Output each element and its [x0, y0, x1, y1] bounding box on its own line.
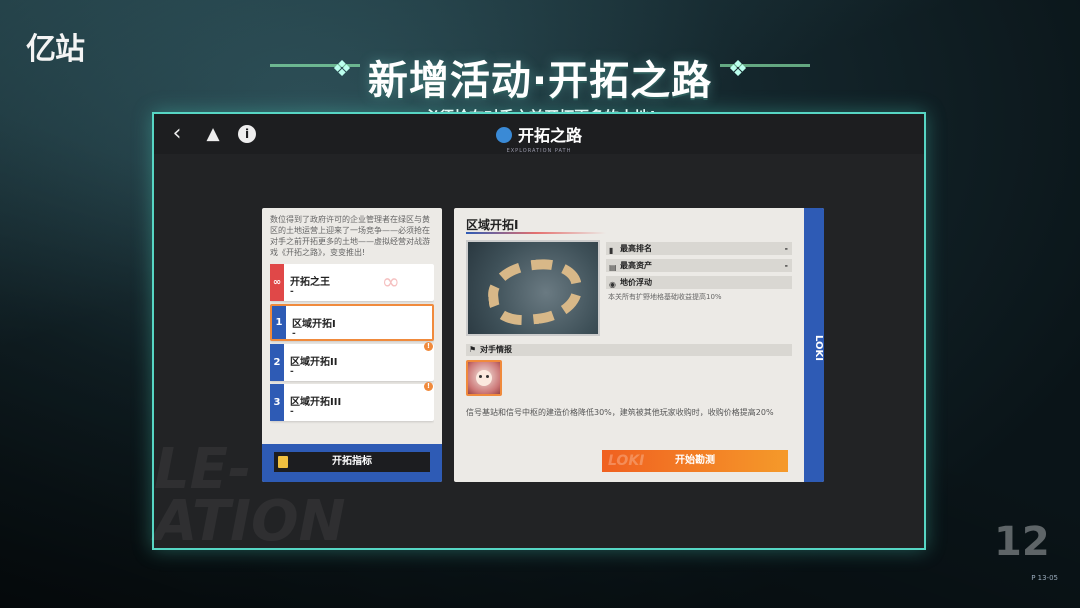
- alert-badge-icon: !: [424, 342, 433, 351]
- opponent-intel-label: 对手情报: [480, 345, 512, 354]
- level-number: 2: [270, 344, 284, 381]
- level-item[interactable]: 2 区域开拓II -!: [270, 342, 434, 381]
- event-logo-icon: [495, 127, 512, 143]
- brand-strip: LOKI: [804, 208, 824, 482]
- level-number: 1: [272, 306, 286, 339]
- stage-title: 区域开拓I: [466, 218, 519, 232]
- assets-icon: ▤: [609, 263, 617, 272]
- level-name: 区域开拓I: [292, 319, 336, 330]
- level-value: -: [290, 287, 294, 297]
- stage-title-underline: [466, 232, 606, 234]
- window-title: 开拓之路 EXPLORATION PATH: [154, 122, 924, 154]
- opponent-face: [476, 370, 492, 386]
- flag-icon: ⚑: [469, 345, 477, 354]
- window-title-code: EXPLORATION PATH: [506, 148, 572, 154]
- opponent-avatar[interactable]: [466, 360, 502, 396]
- alert-badge-icon: !: [424, 382, 433, 391]
- game-window: ‹ ▲ i 开拓之路 EXPLORATION PATH LE- ATION 数位得…: [152, 112, 926, 550]
- stat-row-price: ◉ 地价浮动: [606, 276, 792, 289]
- window-title-text: 开拓之路: [517, 126, 582, 145]
- level-item[interactable]: 3 区域开拓III -!: [270, 382, 434, 421]
- level-name: 开拓之王: [290, 277, 330, 288]
- opponent-intel-description: 信号基站和信号中枢的建造价格降低30%，建筑被其他玩家收购时，收购价格提高20%: [466, 408, 774, 417]
- metric-icon: [278, 456, 288, 468]
- stat-row-assets: ▤ 最高资产 -: [606, 259, 792, 272]
- stat-assets-value: -: [784, 261, 788, 270]
- start-survey-button[interactable]: LOKI 开始勘测: [602, 450, 788, 472]
- stage-preview-image: [466, 240, 600, 336]
- board-ring: [484, 255, 586, 329]
- event-intro: 数位得到了政府许可的企业管理者在绿区与黄区的土地运营上迎来了一场竞争——必须抢在…: [270, 215, 430, 257]
- start-survey-label: 开始勘测: [675, 455, 715, 466]
- level-list: ∞ 开拓之王 - ∞ 1 区域开拓I -2 区域开拓II -! 3 区域开拓III -!: [270, 264, 434, 438]
- metric-button-label: 开拓指标: [332, 456, 372, 467]
- level-item[interactable]: 1 区域开拓I -: [270, 304, 434, 341]
- price-icon: ◉: [609, 280, 616, 289]
- metric-button[interactable]: 开拓指标: [274, 452, 430, 472]
- detail-panel: 区域开拓I ▮ 最高排名 - ▤ 最高资产 - ◉ 地价浮动 本关所有扩野地格基…: [454, 208, 824, 482]
- chart-icon: ▮: [609, 246, 614, 255]
- level-number: ∞: [270, 264, 284, 301]
- corner-badge: 12: [994, 519, 1050, 565]
- level-name: 区域开拓III: [290, 397, 342, 408]
- stat-price-label: 地价浮动: [620, 278, 652, 287]
- level-number: 3: [270, 384, 284, 421]
- infinity-icon: ∞: [381, 270, 400, 295]
- price-description: 本关所有扩野地格基础收益提高10%: [608, 293, 722, 301]
- stat-row-rank: ▮ 最高排名 -: [606, 242, 792, 255]
- level-panel: 数位得到了政府许可的企业管理者在绿区与黄区的土地运营上迎来了一场竞争——必须抢在…: [262, 208, 442, 482]
- opponent-eye: [486, 375, 489, 378]
- stat-rank-value: -: [784, 244, 788, 253]
- stage-stats: ▮ 最高排名 - ▤ 最高资产 - ◉ 地价浮动 本关所有扩野地格基础收益提高1…: [606, 242, 792, 302]
- level-value: -: [290, 367, 294, 377]
- opponent-eye: [479, 375, 482, 378]
- corner-code: P 13-05: [1031, 574, 1058, 582]
- stat-rank-label: 最高排名: [620, 244, 652, 253]
- level-value: -: [292, 329, 296, 339]
- level-value: -: [290, 407, 294, 417]
- start-button-watermark: LOKI: [608, 453, 645, 469]
- level-name: 区域开拓II: [290, 357, 338, 368]
- opponent-intel-bar: ⚑ 对手情报: [466, 344, 792, 356]
- level-panel-footer: 开拓指标: [262, 444, 442, 482]
- stat-assets-label: 最高资产: [620, 261, 652, 270]
- level-item[interactable]: ∞ 开拓之王 - ∞: [270, 264, 434, 301]
- window-topbar: ‹ ▲ i 开拓之路 EXPLORATION PATH: [154, 114, 924, 154]
- event-title: 新增活动·开拓之路: [367, 58, 713, 104]
